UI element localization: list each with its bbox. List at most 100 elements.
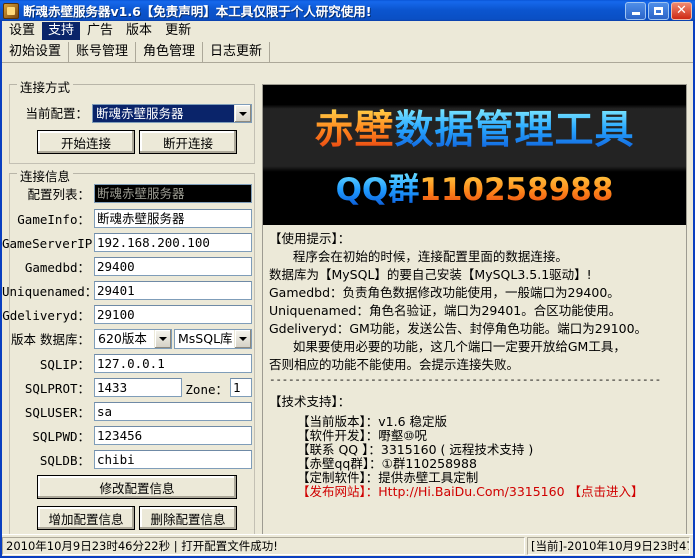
support-row-label: 【软件开发】： bbox=[297, 428, 378, 443]
support-row: 【定制软件】：提供赤壁工具定制 bbox=[297, 471, 680, 485]
gameinfo-input[interactable]: 断魂赤壁服务器 bbox=[94, 209, 252, 228]
version-db-label: 版本 数据库： bbox=[10, 333, 90, 347]
support-row: 【软件开发】：嘢壑⑩呪 bbox=[297, 429, 680, 443]
menu-item-support[interactable]: 支持 bbox=[42, 22, 80, 40]
maximize-button[interactable] bbox=[648, 2, 669, 20]
tab-account-management[interactable]: 账号管理 bbox=[69, 42, 136, 62]
sqlip-input[interactable]: 127.0.0.1 bbox=[94, 354, 252, 373]
sqldb-input[interactable]: chibi bbox=[94, 450, 252, 469]
gameserverip-label: GameServerIP： bbox=[2, 237, 90, 251]
support-row-label: 【联系 QQ 】： bbox=[297, 442, 381, 457]
tab-initial-settings[interactable]: 初始设置 bbox=[2, 42, 69, 62]
window-title: 断魂赤壁服务器v1.6【免责声明】本工具仅限于个人研究使用! bbox=[23, 1, 625, 20]
menu-item-ads[interactable]: 广告 bbox=[81, 22, 119, 40]
app-icon bbox=[3, 3, 19, 19]
support-row: 【联系 QQ 】：3315160 ( 远程技术支持 ) bbox=[297, 443, 680, 457]
connection-mode-title: 连接方式 bbox=[17, 77, 73, 96]
support-row-label: 【赤壁qq群】： bbox=[297, 456, 382, 471]
info-divider: ----------------------------------------… bbox=[269, 374, 680, 385]
menu-bar: 设置 支持 广告 版本 更新 bbox=[2, 21, 693, 40]
title-bar: 断魂赤壁服务器v1.6【免责声明】本工具仅限于个人研究使用! ✕ bbox=[0, 0, 695, 21]
info-line: 如果要使用必要的功能，这几个端口一定要开放给GM工具， bbox=[269, 338, 680, 356]
support-row-value: v1.6 稳定版 bbox=[378, 414, 447, 429]
gamedbd-label: Gamedbd： bbox=[10, 261, 90, 275]
spacer bbox=[269, 385, 680, 393]
start-connect-button[interactable]: 开始连接 bbox=[37, 130, 135, 154]
banner-qq-number: 110258988 bbox=[419, 172, 613, 208]
zone-input[interactable]: 1 bbox=[230, 378, 252, 397]
support-row: 【赤壁qq群】：①群110258988 bbox=[297, 457, 680, 471]
close-button[interactable]: ✕ bbox=[671, 2, 692, 20]
close-icon: ✕ bbox=[676, 5, 687, 17]
sqlpwd-input[interactable]: 123456 bbox=[94, 426, 252, 445]
menu-item-update[interactable]: 更新 bbox=[159, 22, 197, 40]
banner-title-part2: 数据管理工具 bbox=[395, 108, 635, 153]
info-text-area[interactable]: 【使用提示】： 程序会在初始的时候，连接配置里面的数据连接。 数据库为【MySQ… bbox=[263, 226, 686, 540]
sqluser-input[interactable]: sa bbox=[94, 402, 252, 421]
uniquenamed-label: Uniquenamed： bbox=[2, 285, 90, 299]
info-line: 数据库为【MySQL】的要自己安装【MySQL3.5.1驱动】! bbox=[269, 266, 680, 284]
banner-qq-line: QQ群110258988 bbox=[263, 173, 686, 207]
sqlprot-input[interactable]: 1433 bbox=[94, 378, 182, 397]
database-value: MsSQL库 bbox=[175, 330, 234, 348]
info-line: Uniquenamed：角色名验证，端口为29401。合区功能使用。 bbox=[269, 302, 680, 320]
gameinfo-label: GameInfo： bbox=[10, 213, 90, 227]
gameserverip-input[interactable]: 192.168.200.100 bbox=[94, 233, 252, 252]
chevron-down-icon[interactable] bbox=[154, 330, 171, 348]
tech-support-heading: 【技术支持】： bbox=[269, 393, 680, 411]
add-config-button[interactable]: 增加配置信息 bbox=[37, 506, 135, 530]
banner-qq-label: QQ群 bbox=[336, 172, 420, 208]
connection-info-title: 连接信息 bbox=[17, 166, 73, 185]
info-line: 程序会在初始的时候，连接配置里面的数据连接。 bbox=[269, 248, 680, 266]
support-row-value: 提供赤壁工具定制 bbox=[378, 470, 478, 485]
support-row-value: 嘢壑⑩呪 bbox=[378, 428, 427, 443]
sqldb-label: SQLDB： bbox=[10, 454, 90, 468]
config-list-label: 配置列表： bbox=[10, 188, 90, 202]
minimize-icon bbox=[632, 12, 640, 15]
support-row-value: 3315160 ( 远程技术支持 ) bbox=[381, 442, 533, 457]
tab-role-management[interactable]: 角色管理 bbox=[136, 42, 203, 62]
menu-item-settings[interactable]: 设置 bbox=[3, 22, 41, 40]
zone-label: Zone： bbox=[184, 383, 228, 397]
gamedbd-input[interactable]: 29400 bbox=[94, 257, 252, 276]
current-config-combobox[interactable]: 断魂赤壁服务器 bbox=[92, 104, 252, 123]
version-value: 620版本 bbox=[95, 330, 154, 348]
database-combobox[interactable]: MsSQL库 bbox=[174, 329, 252, 349]
banner-title: 赤壁数据管理工具 bbox=[263, 109, 686, 153]
info-line: 否则相应的功能不能使用。会提示连接失败。 bbox=[269, 356, 680, 374]
config-list[interactable]: 断魂赤壁服务器 bbox=[94, 184, 252, 203]
banner-title-part1: 赤壁 bbox=[314, 108, 394, 153]
support-row-label: 【当前版本】： bbox=[297, 414, 378, 429]
banner-image: 赤壁数据管理工具 QQ群110258988 bbox=[263, 85, 686, 225]
sqlip-label: SQLIP： bbox=[22, 358, 90, 372]
menu-item-version[interactable]: 版本 bbox=[120, 22, 158, 40]
disconnect-button[interactable]: 断开连接 bbox=[139, 130, 237, 154]
info-line: 【使用提示】： bbox=[269, 230, 680, 248]
info-line: Gdeliveryd：GM功能，发送公告、封停角色功能。端口为29100。 bbox=[269, 320, 680, 338]
support-row-value: ①群110258988 bbox=[382, 456, 477, 471]
tab-strip: 初始设置 账号管理 角色管理 日志更新 bbox=[2, 40, 693, 63]
gdeliveryd-input[interactable]: 29100 bbox=[94, 305, 252, 324]
website-value: Http://Hi.BaiDu.Com/3315160 【点击进入】 bbox=[378, 484, 643, 499]
uniquenamed-input[interactable]: 29401 bbox=[94, 281, 252, 300]
website-label: 【发布网站】： bbox=[297, 484, 378, 499]
sqlpwd-label: SQLPWD： bbox=[10, 430, 90, 444]
tab-log-update[interactable]: 日志更新 bbox=[203, 42, 270, 62]
client-area: 设置 支持 广告 版本 更新 初始设置 账号管理 角色管理 日志更新 连接方式 … bbox=[2, 21, 693, 556]
gdeliveryd-label: Gdeliveryd： bbox=[2, 309, 90, 323]
maximize-icon bbox=[654, 7, 663, 15]
current-config-value: 断魂赤壁服务器 bbox=[93, 105, 234, 122]
version-combobox[interactable]: 620版本 bbox=[94, 329, 172, 349]
support-row-website[interactable]: 【发布网站】：Http://Hi.BaiDu.Com/3315160 【点击进入… bbox=[297, 485, 680, 499]
status-message: 2010年10月9日23时46分22秒 | 打开配置文件成功! bbox=[2, 537, 525, 555]
minimize-button[interactable] bbox=[625, 2, 646, 20]
support-row-label: 【定制软件】： bbox=[297, 470, 378, 485]
chevron-down-icon[interactable] bbox=[234, 105, 251, 122]
sqluser-label: SQLUSER： bbox=[10, 406, 90, 420]
chevron-down-icon[interactable] bbox=[234, 330, 251, 348]
application-window: 断魂赤壁服务器v1.6【免责声明】本工具仅限于个人研究使用! ✕ 设置 支持 广… bbox=[0, 0, 695, 558]
status-current-time: [当前]-2010年10月9日23时47分20秒 bbox=[527, 537, 690, 555]
delete-config-button[interactable]: 删除配置信息 bbox=[139, 506, 237, 530]
current-config-label: 当前配置： bbox=[20, 107, 88, 121]
modify-config-button[interactable]: 修改配置信息 bbox=[37, 475, 237, 499]
